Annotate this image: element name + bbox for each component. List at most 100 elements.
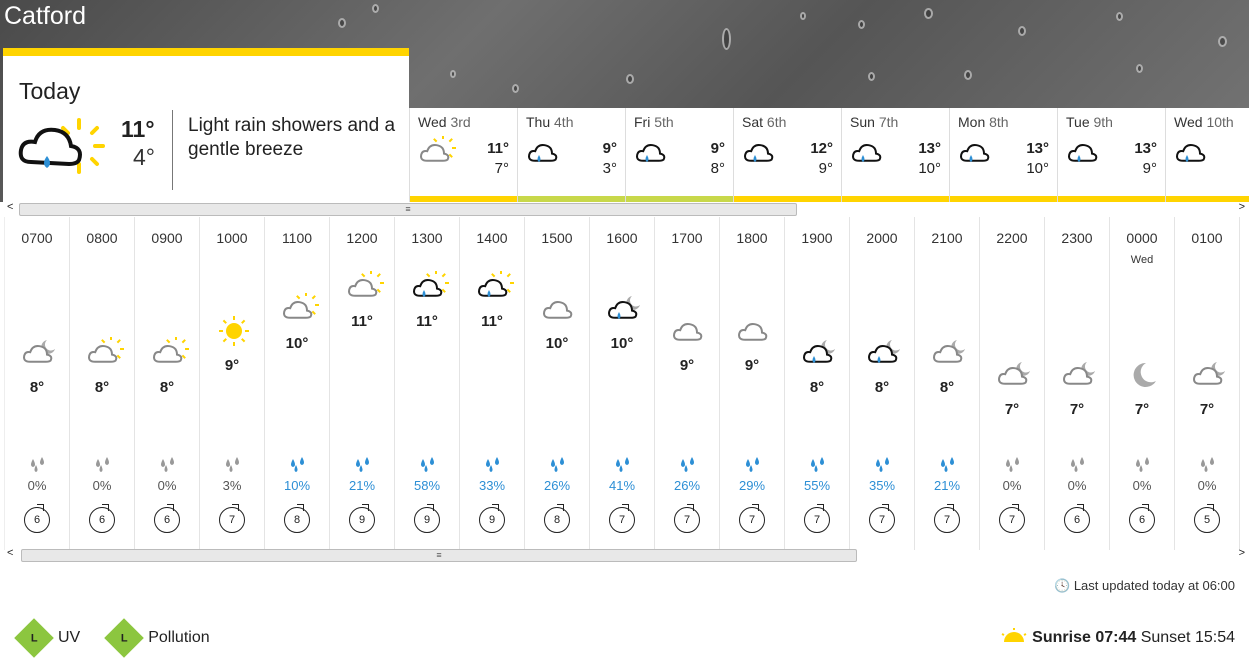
hour-column[interactable]: 1300 11° 58% 9 (395, 217, 460, 550)
wind-speed-icon: 7 (999, 504, 1025, 533)
rain-chance: 10% (283, 478, 311, 493)
day-tab[interactable]: Wed 3rd 11° 7° (409, 108, 517, 202)
hourly-scrollbar[interactable]: < ≡ > (5, 547, 1249, 562)
wind-speed-icon: 7 (219, 504, 245, 533)
hour-column[interactable]: 1800 9° 29% 7 (720, 217, 785, 550)
day-name: Tue 9th (1066, 114, 1113, 130)
hour-time: 2300 (1061, 230, 1093, 246)
cloud-sun-icon (279, 292, 319, 330)
day-tab[interactable]: Mon 8th 13° 10° (949, 108, 1057, 202)
hour-column[interactable]: 2300 7° 0% 6 (1045, 217, 1110, 550)
wind-speed-icon: 6 (154, 504, 180, 533)
day-high: 13° (1026, 140, 1049, 157)
wind-speed-icon: 7 (674, 504, 700, 533)
hour-temp: 8° (29, 379, 45, 396)
today-description: Light rain showers and a gentle breeze (188, 115, 396, 160)
rain-cloud-icon (956, 136, 996, 173)
raindrops-icon (807, 457, 829, 478)
hour-temp: 9° (744, 357, 760, 374)
hour-time: 1800 (736, 230, 768, 246)
hour-column[interactable]: 0000 Wed 7° 0% 6 (1110, 217, 1175, 550)
raindrops-icon (482, 457, 504, 478)
day-high: 9° (602, 140, 617, 157)
day-high: 12° (810, 140, 833, 157)
day-name: Thu 4th (526, 114, 574, 130)
cloud-sun-icon (149, 336, 189, 374)
hour-time: 1000 (216, 230, 248, 246)
cloud-moon-icon (1059, 359, 1099, 396)
day-tab[interactable]: Sun 7th 13° 10° (841, 108, 949, 202)
wind-speed-icon: 9 (349, 504, 375, 533)
wind-speed-icon: 7 (739, 504, 765, 533)
rain-moon-icon (604, 293, 644, 330)
hour-column[interactable]: 2100 8° 21% 7 (915, 217, 980, 550)
legend: L UV L Pollution (14, 618, 210, 658)
hour-column[interactable]: 1600 10° 41% 7 (590, 217, 655, 550)
last-updated: 🕓 Last updated today at 06:00 (1054, 578, 1235, 593)
hour-time: 2000 (866, 230, 898, 246)
cloud-moon-icon (994, 359, 1034, 396)
hour-day: Wed (1130, 254, 1154, 266)
today-high: 11° (121, 116, 155, 142)
hour-column[interactable]: 1400 11° 33% 9 (460, 217, 525, 550)
day-low: 8° (710, 160, 725, 177)
rain-chance: 21% (348, 478, 376, 493)
scroll-right-icon[interactable]: > (1239, 201, 1245, 213)
scroll-thumb[interactable]: ≡ (19, 203, 797, 216)
hour-column[interactable]: 0700 8° 0% 6 (5, 217, 70, 550)
rain-cloud-icon (848, 136, 888, 173)
day-tab[interactable]: Fri 5th 9° 8° (625, 108, 733, 202)
cloud-icon (669, 315, 709, 352)
hour-time: 0100 (1191, 230, 1223, 246)
today-card[interactable]: Today 11° 4° Light rain showers and a ge… (3, 48, 409, 202)
hour-column[interactable]: 1100 10° 10% 8 (265, 217, 330, 550)
hour-temp: 11° (351, 313, 373, 330)
day-color-bar (842, 196, 949, 202)
hour-time: 1600 (606, 230, 638, 246)
hour-column[interactable]: 1900 8° 55% 7 (785, 217, 850, 550)
raindrops-icon (612, 457, 634, 478)
day-tab[interactable]: Wed 10th 1 (1165, 108, 1249, 202)
wind-speed-icon: 7 (609, 504, 635, 533)
wind-speed-icon: 9 (479, 504, 505, 533)
wind-speed-icon: 8 (544, 504, 570, 533)
hour-column[interactable]: 1500 10° 26% 8 (525, 217, 590, 550)
scroll-left-icon[interactable]: < (7, 201, 13, 213)
day-name: Fri 5th (634, 114, 674, 130)
hour-column[interactable]: 0800 8° 0% 6 (70, 217, 135, 550)
sunrise-icon (1001, 628, 1027, 642)
hour-column[interactable]: 1200 11° 21% 9 (330, 217, 395, 550)
day-tab[interactable]: Tue 9th 13° 9° (1057, 108, 1165, 202)
hour-column[interactable]: 1000 9° 3% 7 (200, 217, 265, 550)
rain-cloud-icon (1064, 136, 1104, 173)
hour-column[interactable]: 0900 8° 0% 6 (135, 217, 200, 550)
rain-chance: 0% (27, 478, 47, 493)
hour-column[interactable]: 2000 8° 35% 7 (850, 217, 915, 550)
day-tab[interactable]: Thu 4th 9° 3° (517, 108, 625, 202)
rain-sun-icon (409, 270, 449, 308)
day-low: 7° (494, 160, 509, 177)
scroll-left-icon[interactable]: < (7, 547, 13, 559)
day-high: 11° (487, 140, 509, 157)
hour-time: 0800 (86, 230, 118, 246)
scroll-right-icon[interactable]: > (1239, 547, 1245, 559)
uv-indicator[interactable]: L UV (14, 618, 80, 658)
pollution-indicator[interactable]: L Pollution (104, 618, 210, 658)
day-high: 9° (710, 140, 725, 157)
hour-time: 1200 (346, 230, 378, 246)
hour-column[interactable]: 0100 7° 0% 5 (1175, 217, 1240, 550)
cloud-moon-icon (929, 337, 969, 374)
day-tab[interactable]: Sat 6th 12° 9° (733, 108, 841, 202)
hour-column[interactable]: 2200 7° 0% 7 (980, 217, 1045, 550)
raindrops-icon (1067, 457, 1089, 478)
wind-speed-icon: 8 (284, 504, 310, 533)
rain-chance: 0% (1002, 478, 1022, 493)
scroll-thumb[interactable]: ≡ (21, 549, 857, 562)
hour-column[interactable]: 1700 9° 26% 7 (655, 217, 720, 550)
rain-chance: 55% (803, 478, 831, 493)
raindrops-icon (287, 457, 309, 478)
wind-speed-icon: 7 (804, 504, 830, 533)
daily-scrollbar[interactable]: < ≡ > (5, 201, 1249, 216)
cloud-sun-icon (416, 135, 456, 173)
today-label: Today (19, 78, 81, 104)
